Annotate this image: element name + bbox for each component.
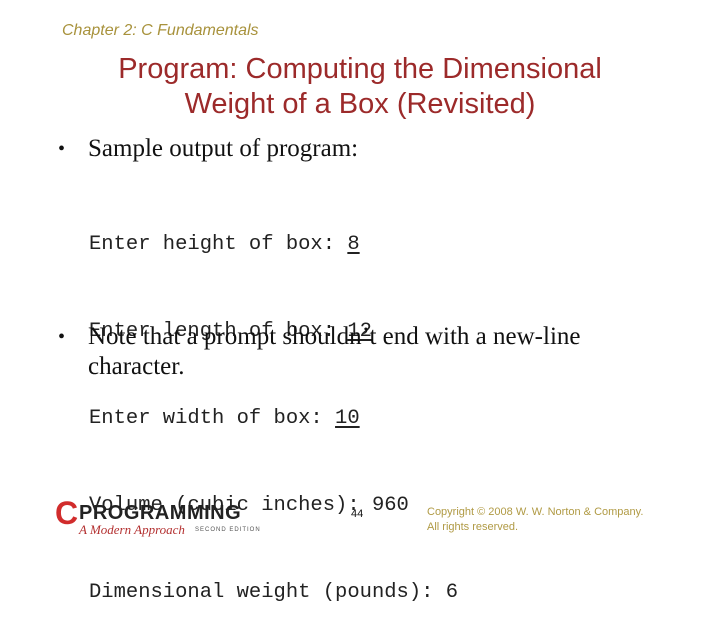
book-logo: C PROGRAMMING A Modern Approach SECOND E… [55,495,275,540]
copyright-line-2: All rights reserved. [427,521,519,533]
bullet-icon: • [58,138,66,160]
logo-subtitle: A Modern Approach [79,522,185,537]
bullet-icon: • [58,326,66,348]
slide-title: Program: Computing the Dimensional Weigh… [0,52,720,122]
user-input: 10 [335,407,360,430]
logo-c-letter: C [55,495,79,531]
bullet-text: Sample output of program: [88,135,359,162]
output-text: Dimensional weight (pounds): 6 [89,581,459,604]
user-input: 8 [347,233,360,256]
program-output: Enter height of box: 8 Enter length of b… [89,172,458,636]
bullet-text-line-2: character. [88,353,185,380]
slide-title-line-2: Weight of a Box (Revisited) [184,88,536,120]
bullet-text: Note that a prompt shouldn’t end with a … [88,322,581,382]
output-line: Enter width of box: 10 [89,404,458,433]
chapter-header: Chapter 2: C Fundamentals [62,22,259,39]
bullet-text-line-1: Note that a prompt shouldn’t end with a … [88,323,581,350]
output-line: Enter height of box: 8 [89,230,458,259]
output-line: Dimensional weight (pounds): 6 [89,578,458,607]
slide-title-line-1: Program: Computing the Dimensional [118,53,602,85]
copyright-line-1: Copyright © 2008 W. W. Norton & Company. [427,506,644,518]
output-prompt: Enter height of box: [89,233,348,256]
copyright-notice: Copyright © 2008 W. W. Norton & Company.… [427,505,643,535]
page-number: 44 [351,508,364,520]
logo-edition: SECOND EDITION [195,527,261,533]
output-prompt: Enter width of box: [89,407,336,430]
